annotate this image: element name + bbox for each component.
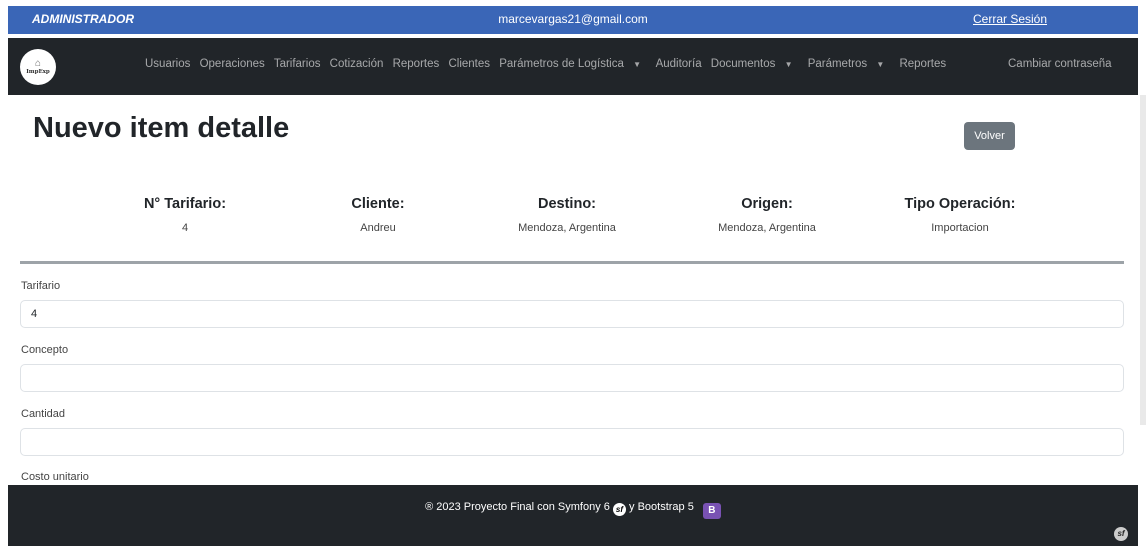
user-email: marcevargas21@gmail.com bbox=[498, 12, 648, 26]
nav-dropdown-documentos[interactable]: Documentos ▼ bbox=[711, 58, 799, 70]
info-origen: Origen: Mendoza, Argentina bbox=[697, 196, 837, 234]
nav-item-tarifarios[interactable]: Tarifarios bbox=[274, 58, 321, 70]
caret-down-icon: ▼ bbox=[784, 60, 793, 69]
footer-text: ® 2023 Proyecto Final con Symfony 6 bbox=[425, 501, 610, 513]
page: ADMINISTRADOR marcevargas21@gmail.com Ce… bbox=[0, 0, 1146, 546]
info-label: Tipo Operación: bbox=[904, 196, 1016, 212]
costo-unitario-label: Costo unitario bbox=[21, 471, 89, 483]
info-label: Origen: bbox=[741, 196, 793, 212]
concepto-field[interactable] bbox=[20, 364, 1124, 392]
caret-down-icon: ▼ bbox=[876, 60, 885, 69]
cantidad-field[interactable] bbox=[20, 428, 1124, 456]
back-button[interactable]: Volver bbox=[964, 122, 1015, 150]
info-value: Importacion bbox=[931, 222, 989, 234]
info-value: Andreu bbox=[360, 222, 396, 234]
info-label: N° Tarifario: bbox=[143, 196, 227, 212]
nav-menu: Usuarios Operaciones Tarifarios Cotizaci… bbox=[145, 58, 952, 70]
nav-item-clientes[interactable]: Clientes bbox=[448, 58, 490, 70]
top-bar: ADMINISTRADOR marcevargas21@gmail.com Ce… bbox=[8, 6, 1138, 34]
tarifario-field[interactable]: 4 bbox=[20, 300, 1124, 328]
footer-copyright: ® 2023 Proyecto Final con Symfony 6 sf y… bbox=[8, 501, 1138, 519]
info-value: Mendoza, Argentina bbox=[718, 222, 816, 234]
nav-item-label: Parámetros bbox=[807, 58, 868, 70]
building-icon: ⌂ bbox=[34, 58, 42, 69]
info-tipo-operacion: Tipo Operación: Importacion bbox=[885, 196, 1035, 234]
info-destino: Destino: Mendoza, Argentina bbox=[497, 196, 637, 234]
symfony-icon: sf bbox=[612, 503, 626, 516]
nav-item-usuarios[interactable]: Usuarios bbox=[145, 58, 190, 70]
info-cliente: Cliente: Andreu bbox=[318, 196, 438, 234]
info-tarifario: N° Tarifario: 4 bbox=[125, 196, 245, 234]
impexp-logo[interactable]: ⌂ ImpExp bbox=[20, 49, 56, 85]
concepto-label: Concepto bbox=[21, 344, 69, 356]
nav-item-label: Documentos bbox=[710, 58, 776, 70]
tarifario-label: Tarifario bbox=[21, 280, 61, 292]
info-label: Destino: bbox=[538, 196, 596, 212]
nav-item-auditoria[interactable]: Auditoría bbox=[656, 58, 702, 70]
scrollbar[interactable] bbox=[1140, 95, 1146, 425]
nav-item-operaciones[interactable]: Operaciones bbox=[200, 58, 265, 70]
logo-text: ImpExp bbox=[26, 69, 50, 75]
page-title: Nuevo item detalle bbox=[33, 112, 290, 144]
bootstrap-icon: B bbox=[702, 503, 721, 519]
cantidad-label: Cantidad bbox=[21, 408, 66, 420]
nav-dropdown-parametros[interactable]: Parámetros ▼ bbox=[808, 58, 891, 70]
nav-dropdown-parametros-logistica[interactable]: Parámetros de Logística ▼ bbox=[499, 58, 647, 70]
nav-item-reportes-2[interactable]: Reportes bbox=[899, 58, 946, 70]
nav-item-reportes[interactable]: Reportes bbox=[393, 58, 440, 70]
info-label: Cliente: bbox=[351, 196, 405, 212]
info-value: 4 bbox=[181, 222, 189, 234]
main-navbar: ⌂ ImpExp Usuarios Operaciones Tarifarios… bbox=[8, 38, 1138, 95]
change-password-link[interactable]: Cambiar contraseña bbox=[1008, 58, 1112, 70]
nav-item-cotizacion[interactable]: Cotización bbox=[330, 58, 384, 70]
info-value: Mendoza, Argentina bbox=[518, 222, 616, 234]
footer-text-after: y Bootstrap 5 bbox=[629, 501, 694, 513]
nav-item-label: Parámetros de Logística bbox=[499, 58, 624, 70]
section-divider bbox=[20, 261, 1124, 264]
footer: ® 2023 Proyecto Final con Symfony 6 sf y… bbox=[8, 485, 1138, 546]
caret-down-icon: ▼ bbox=[633, 60, 641, 69]
logout-link[interactable]: Cerrar Sesión bbox=[973, 12, 1047, 26]
symfony-toolbar-icon[interactable]: sf bbox=[1114, 527, 1128, 541]
